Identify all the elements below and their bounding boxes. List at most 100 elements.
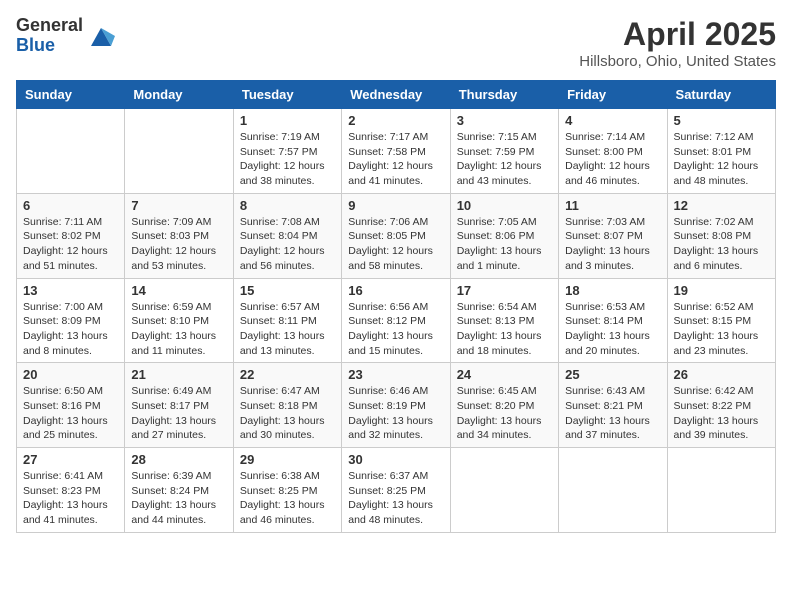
logo: General Blue <box>16 16 115 56</box>
day-info: Sunrise: 6:54 AM Sunset: 8:13 PM Dayligh… <box>457 300 552 359</box>
weekday-header-wednesday: Wednesday <box>342 81 450 109</box>
calendar-cell: 16 Sunrise: 6:56 AM Sunset: 8:12 PM Dayli… <box>342 278 450 363</box>
calendar-cell: 4 Sunrise: 7:14 AM Sunset: 8:00 PM Daylig… <box>559 109 667 194</box>
day-number: 15 <box>240 283 335 298</box>
calendar-week-row: 1Sunrise: 7:19 AM Sunset: 7:57 PM Daylig… <box>17 109 776 194</box>
calendar-cell: 6 Sunrise: 7:11 AM Sunset: 8:02 PM Daylig… <box>17 193 125 278</box>
day-number: 13 <box>23 283 118 298</box>
day-number: 21 <box>131 367 226 382</box>
day-info: Sunrise: 6:53 AM Sunset: 8:14 PM Dayligh… <box>565 300 660 359</box>
day-info: Sunrise: 7:15 AM Sunset: 7:59 PM Dayligh… <box>457 130 552 189</box>
weekday-header-tuesday: Tuesday <box>233 81 341 109</box>
day-number: 8 <box>240 198 335 213</box>
logo-icon <box>87 22 115 50</box>
day-number: 1 <box>240 113 335 128</box>
day-number: 2 <box>348 113 443 128</box>
day-number: 16 <box>348 283 443 298</box>
day-number: 19 <box>674 283 769 298</box>
day-info: Sunrise: 7:14 AM Sunset: 8:00 PM Dayligh… <box>565 130 660 189</box>
day-number: 25 <box>565 367 660 382</box>
calendar-week-row: 27 Sunrise: 6:41 AM Sunset: 8:23 PM Dayli… <box>17 448 776 533</box>
day-number: 24 <box>457 367 552 382</box>
page-header: General Blue April 2025 Hillsboro, Ohio,… <box>16 16 776 70</box>
day-info: Sunrise: 6:49 AM Sunset: 8:17 PM Dayligh… <box>131 384 226 443</box>
day-number: 3 <box>457 113 552 128</box>
day-info: Sunrise: 7:02 AM Sunset: 8:08 PM Dayligh… <box>674 215 769 274</box>
day-info: Sunrise: 6:56 AM Sunset: 8:12 PM Dayligh… <box>348 300 443 359</box>
calendar-week-row: 13 Sunrise: 7:00 AM Sunset: 8:09 PM Dayli… <box>17 278 776 363</box>
day-info: Sunrise: 6:38 AM Sunset: 8:25 PM Dayligh… <box>240 469 335 528</box>
weekday-header-monday: Monday <box>125 81 233 109</box>
day-number: 4 <box>565 113 660 128</box>
calendar-cell: 23 Sunrise: 6:46 AM Sunset: 8:19 PM Dayli… <box>342 363 450 448</box>
calendar-cell: 29 Sunrise: 6:38 AM Sunset: 8:25 PM Dayli… <box>233 448 341 533</box>
day-number: 20 <box>23 367 118 382</box>
day-info: Sunrise: 6:41 AM Sunset: 8:23 PM Dayligh… <box>23 469 118 528</box>
calendar-cell: 14 Sunrise: 6:59 AM Sunset: 8:10 PM Dayli… <box>125 278 233 363</box>
day-number: 27 <box>23 452 118 467</box>
day-info: Sunrise: 6:45 AM Sunset: 8:20 PM Dayligh… <box>457 384 552 443</box>
calendar-cell: 1Sunrise: 7:19 AM Sunset: 7:57 PM Daylig… <box>233 109 341 194</box>
calendar-cell: 8Sunrise: 7:08 AM Sunset: 8:04 PM Daylig… <box>233 193 341 278</box>
weekday-header-saturday: Saturday <box>667 81 775 109</box>
logo-general-text: General <box>16 16 83 36</box>
calendar-cell: 21 Sunrise: 6:49 AM Sunset: 8:17 PM Dayli… <box>125 363 233 448</box>
day-number: 14 <box>131 283 226 298</box>
day-number: 28 <box>131 452 226 467</box>
calendar-cell: 25Sunrise: 6:43 AM Sunset: 8:21 PM Dayli… <box>559 363 667 448</box>
day-info: Sunrise: 7:00 AM Sunset: 8:09 PM Dayligh… <box>23 300 118 359</box>
day-number: 26 <box>674 367 769 382</box>
day-info: Sunrise: 7:11 AM Sunset: 8:02 PM Dayligh… <box>23 215 118 274</box>
day-info: Sunrise: 6:57 AM Sunset: 8:11 PM Dayligh… <box>240 300 335 359</box>
calendar-cell <box>17 109 125 194</box>
calendar-cell <box>450 448 558 533</box>
weekday-header-thursday: Thursday <box>450 81 558 109</box>
calendar-cell: 15 Sunrise: 6:57 AM Sunset: 8:11 PM Dayli… <box>233 278 341 363</box>
calendar-cell: 10 Sunrise: 7:05 AM Sunset: 8:06 PM Dayli… <box>450 193 558 278</box>
day-number: 17 <box>457 283 552 298</box>
calendar-cell: 20Sunrise: 6:50 AM Sunset: 8:16 PM Dayli… <box>17 363 125 448</box>
day-info: Sunrise: 6:47 AM Sunset: 8:18 PM Dayligh… <box>240 384 335 443</box>
day-info: Sunrise: 6:37 AM Sunset: 8:25 PM Dayligh… <box>348 469 443 528</box>
day-number: 12 <box>674 198 769 213</box>
calendar-table: SundayMondayTuesdayWednesdayThursdayFrid… <box>16 80 776 533</box>
day-info: Sunrise: 6:39 AM Sunset: 8:24 PM Dayligh… <box>131 469 226 528</box>
day-info: Sunrise: 7:06 AM Sunset: 8:05 PM Dayligh… <box>348 215 443 274</box>
day-info: Sunrise: 7:09 AM Sunset: 8:03 PM Dayligh… <box>131 215 226 274</box>
day-info: Sunrise: 7:05 AM Sunset: 8:06 PM Dayligh… <box>457 215 552 274</box>
day-number: 30 <box>348 452 443 467</box>
calendar-cell: 18 Sunrise: 6:53 AM Sunset: 8:14 PM Dayli… <box>559 278 667 363</box>
calendar-cell <box>125 109 233 194</box>
day-number: 6 <box>23 198 118 213</box>
day-number: 7 <box>131 198 226 213</box>
day-number: 23 <box>348 367 443 382</box>
calendar-cell: 17 Sunrise: 6:54 AM Sunset: 8:13 PM Dayli… <box>450 278 558 363</box>
day-info: Sunrise: 6:42 AM Sunset: 8:22 PM Dayligh… <box>674 384 769 443</box>
day-info: Sunrise: 7:17 AM Sunset: 7:58 PM Dayligh… <box>348 130 443 189</box>
day-number: 29 <box>240 452 335 467</box>
day-number: 11 <box>565 198 660 213</box>
main-title: April 2025 <box>579 16 776 53</box>
weekday-header-sunday: Sunday <box>17 81 125 109</box>
weekday-header-row: SundayMondayTuesdayWednesdayThursdayFrid… <box>17 81 776 109</box>
day-info: Sunrise: 6:59 AM Sunset: 8:10 PM Dayligh… <box>131 300 226 359</box>
day-number: 18 <box>565 283 660 298</box>
calendar-cell: 12 Sunrise: 7:02 AM Sunset: 8:08 PM Dayli… <box>667 193 775 278</box>
calendar-cell <box>559 448 667 533</box>
calendar-cell: 26 Sunrise: 6:42 AM Sunset: 8:22 PM Dayli… <box>667 363 775 448</box>
day-info: Sunrise: 6:46 AM Sunset: 8:19 PM Dayligh… <box>348 384 443 443</box>
day-info: Sunrise: 6:52 AM Sunset: 8:15 PM Dayligh… <box>674 300 769 359</box>
calendar-cell <box>667 448 775 533</box>
calendar-week-row: 20Sunrise: 6:50 AM Sunset: 8:16 PM Dayli… <box>17 363 776 448</box>
title-block: April 2025 Hillsboro, Ohio, United State… <box>579 16 776 70</box>
day-number: 5 <box>674 113 769 128</box>
calendar-cell: 2 Sunrise: 7:17 AM Sunset: 7:58 PM Daylig… <box>342 109 450 194</box>
calendar-cell: 28 Sunrise: 6:39 AM Sunset: 8:24 PM Dayli… <box>125 448 233 533</box>
calendar-cell: 30 Sunrise: 6:37 AM Sunset: 8:25 PM Dayli… <box>342 448 450 533</box>
day-number: 22 <box>240 367 335 382</box>
calendar-cell: 9Sunrise: 7:06 AM Sunset: 8:05 PM Daylig… <box>342 193 450 278</box>
calendar-cell: 13 Sunrise: 7:00 AM Sunset: 8:09 PM Dayli… <box>17 278 125 363</box>
day-number: 10 <box>457 198 552 213</box>
calendar-cell: 11Sunrise: 7:03 AM Sunset: 8:07 PM Dayli… <box>559 193 667 278</box>
calendar-cell: 5Sunrise: 7:12 AM Sunset: 8:01 PM Daylig… <box>667 109 775 194</box>
